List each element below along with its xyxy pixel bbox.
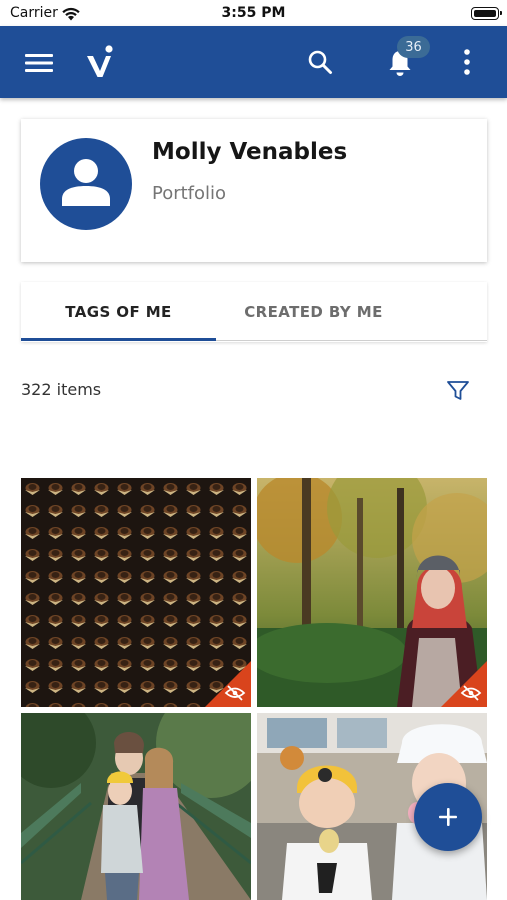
menu-icon[interactable] xyxy=(24,50,54,76)
tab-tags-of-me[interactable]: TAGS OF ME xyxy=(21,282,216,342)
tab-bar: TAGS OF ME CREATED BY ME xyxy=(21,282,487,342)
app-bar: 36 xyxy=(0,26,507,98)
profile-subtitle: Portfolio xyxy=(152,183,227,204)
carrier-label: Carrier xyxy=(10,5,58,21)
photo-family-on-bridge xyxy=(21,713,251,900)
tab-divider xyxy=(216,340,487,341)
wifi-icon xyxy=(61,6,81,25)
tab-indicator xyxy=(21,338,216,341)
eye-off-icon xyxy=(441,661,487,707)
eye-off-icon xyxy=(205,661,251,707)
photo-tile[interactable] xyxy=(21,713,251,900)
tab-created-by-me[interactable]: CREATED BY ME xyxy=(216,282,411,342)
filter-icon[interactable] xyxy=(445,378,471,404)
item-count: 322 items xyxy=(21,380,102,399)
battery-icon xyxy=(471,7,502,20)
add-button[interactable] xyxy=(414,783,482,851)
profile-name: Molly Venables xyxy=(152,139,348,165)
photo-tile[interactable] xyxy=(21,478,251,707)
search-icon[interactable] xyxy=(305,47,335,77)
photo-tile[interactable] xyxy=(257,478,487,707)
more-vertical-icon[interactable] xyxy=(456,46,478,78)
status-bar: Carrier 3:55 PM xyxy=(0,0,507,26)
notification-badge: 36 xyxy=(397,36,430,58)
profile-card: Molly Venables Portfolio xyxy=(21,119,487,262)
app-logo[interactable] xyxy=(84,44,118,80)
person-icon[interactable] xyxy=(40,138,132,230)
plus-icon xyxy=(439,808,457,826)
